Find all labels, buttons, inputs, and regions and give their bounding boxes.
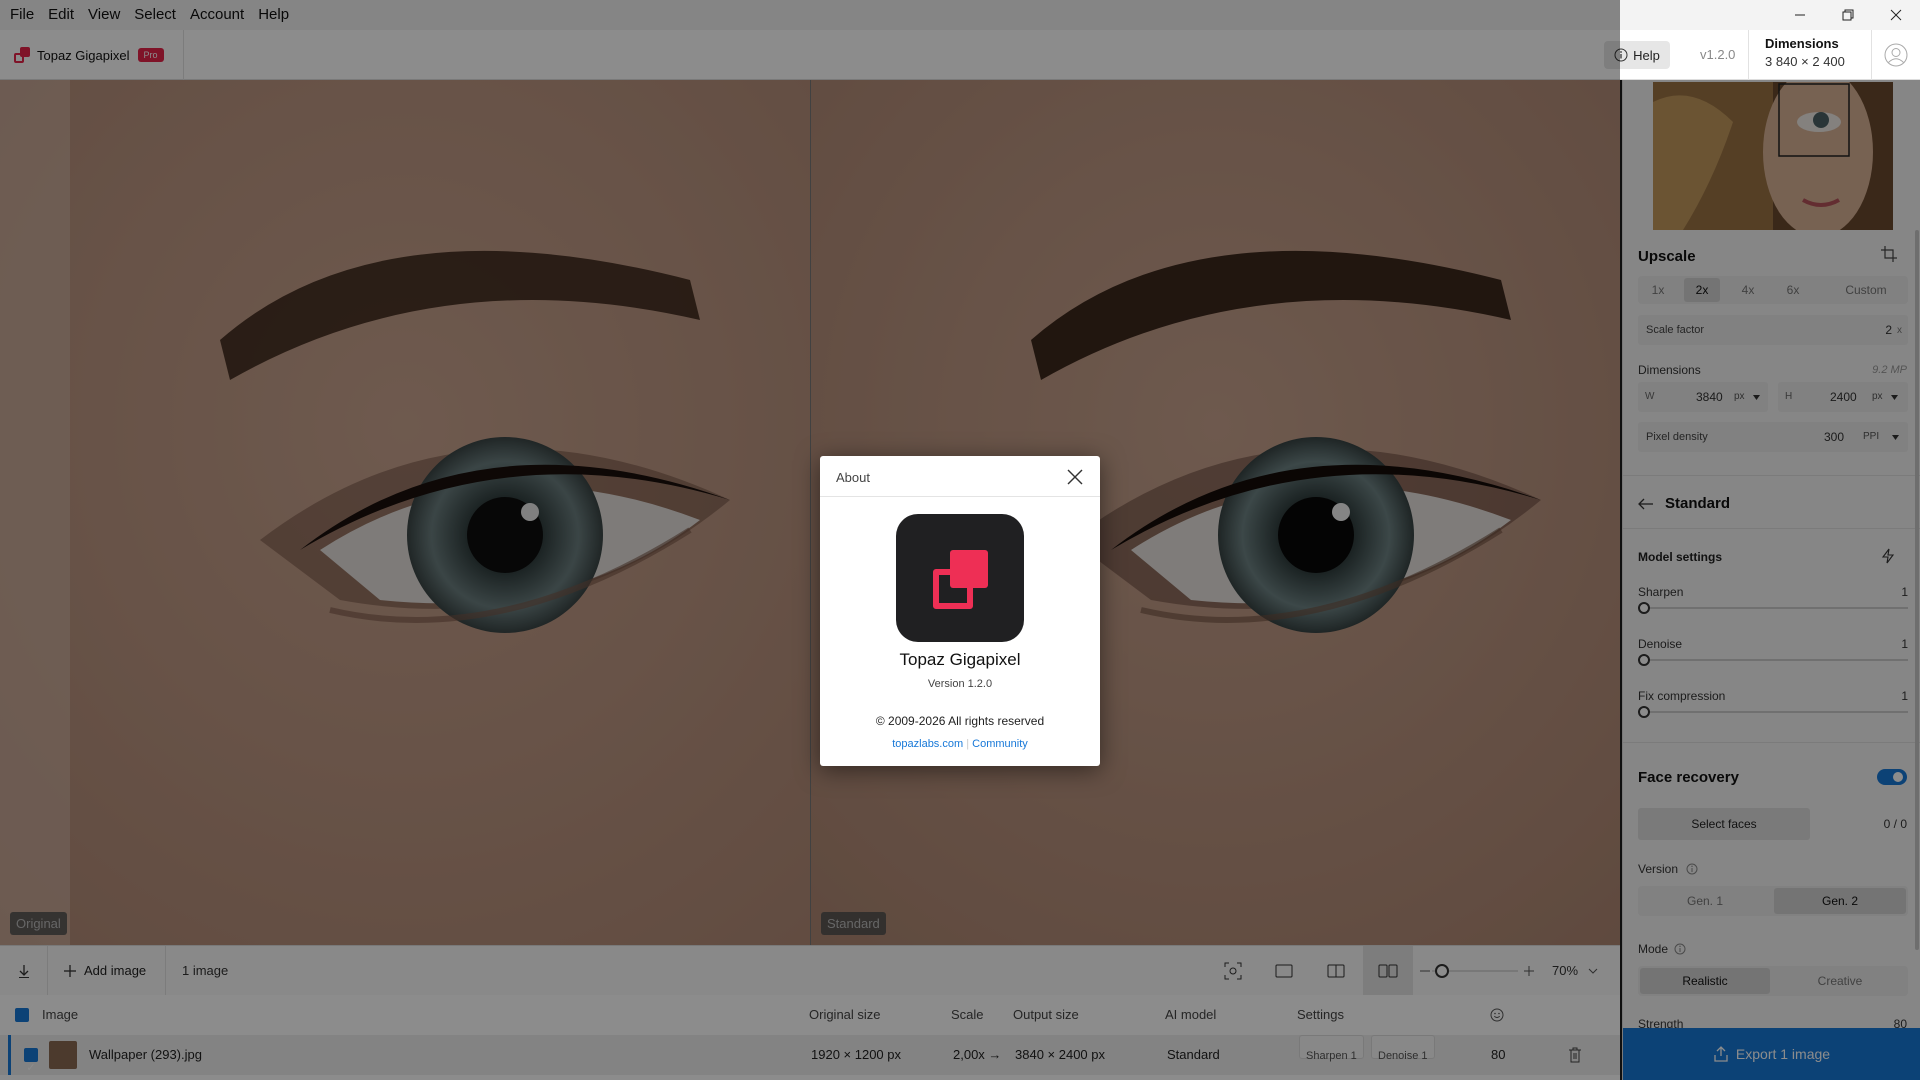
topaz-logo-icon (933, 550, 988, 609)
about-title: About (836, 470, 870, 485)
topazlabs-link[interactable]: topazlabs.com (892, 738, 963, 750)
close-window-button[interactable] (1872, 0, 1920, 30)
about-dialog-header: About (820, 456, 1100, 497)
app-window: File Edit View Select Account Help Topaz… (0, 0, 1920, 1080)
restore-button[interactable] (1824, 0, 1872, 30)
modal-backdrop-sidebar[interactable] (1620, 80, 1920, 1080)
minimize-button[interactable] (1776, 0, 1824, 30)
about-close-button[interactable] (1066, 468, 1084, 486)
about-links: topazlabs.com | Community (820, 738, 1100, 750)
community-link[interactable]: Community (972, 738, 1028, 750)
about-app-name: Topaz Gigapixel (899, 650, 1021, 669)
restore-icon (1842, 9, 1854, 21)
close-icon (1067, 469, 1083, 485)
modal-backdrop[interactable] (0, 0, 1620, 1080)
about-dialog: About Topaz Gigapixel Version 1.2.0 © 20… (820, 456, 1100, 766)
header-region (0, 30, 1920, 80)
app-icon (896, 514, 1024, 642)
close-icon (1890, 9, 1902, 21)
about-copyright: © 2009-2026 All rights reserved (875, 714, 1045, 728)
minimize-icon (1795, 14, 1805, 16)
about-version: Version 1.2.0 (927, 678, 993, 690)
link-separator: | (966, 738, 970, 750)
